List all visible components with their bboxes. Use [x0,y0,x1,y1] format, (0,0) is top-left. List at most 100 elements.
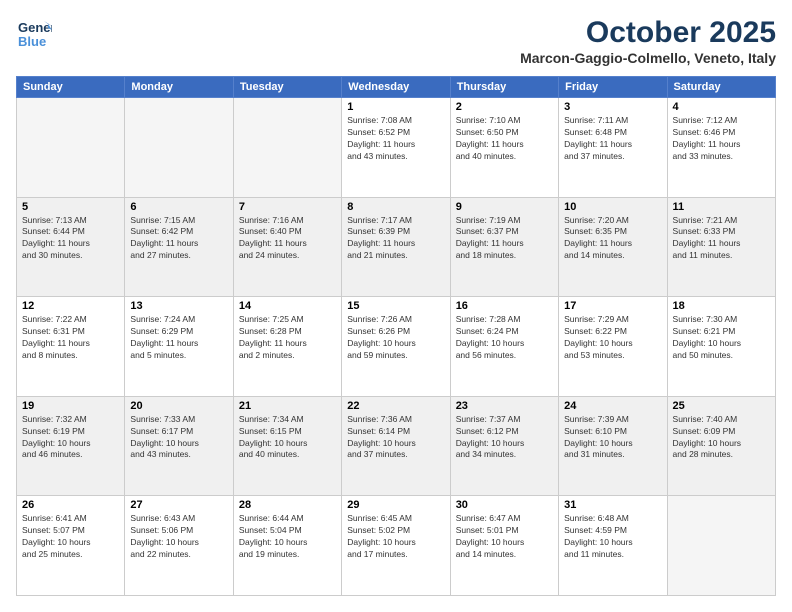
header-wednesday: Wednesday [342,77,450,98]
day-info: Sunrise: 6:45 AMSunset: 5:02 PMDaylight:… [347,513,444,561]
calendar-cell: 25 Sunrise: 7:40 AMSunset: 6:09 PMDayligh… [667,396,775,496]
day-number: 30 [456,499,553,511]
day-number: 10 [564,201,661,213]
calendar-cell: 23 Sunrise: 7:37 AMSunset: 6:12 PMDayligh… [450,396,558,496]
calendar-cell: 16 Sunrise: 7:28 AMSunset: 6:24 PMDayligh… [450,297,558,397]
calendar-cell [125,98,233,198]
day-info: Sunrise: 7:30 AMSunset: 6:21 PMDaylight:… [673,314,770,362]
calendar-cell: 17 Sunrise: 7:29 AMSunset: 6:22 PMDayligh… [559,297,667,397]
calendar-cell: 18Sunrise: 7:30 AMSunset: 6:21 PMDayligh… [667,297,775,397]
calendar-cell: 2 Sunrise: 7:10 AMSunset: 6:50 PMDaylight… [450,98,558,198]
day-number: 1 [347,101,444,113]
title-block: October 2025 Marcon-Gaggio-Colmello, Ven… [520,16,776,66]
logo: General Blue [16,16,52,57]
day-number: 20 [130,400,227,412]
svg-text:General: General [18,20,52,35]
day-number: 2 [456,101,553,113]
day-number: 4 [673,101,770,113]
day-info: Sunrise: 7:22 AMSunset: 6:31 PMDaylight:… [22,314,119,362]
day-info: Sunrise: 7:16 AMSunset: 6:40 PMDaylight:… [239,215,336,263]
day-number: 25 [673,400,770,412]
day-info: Sunrise: 7:33 AMSunset: 6:17 PMDaylight:… [130,414,227,462]
day-info: Sunrise: 6:47 AMSunset: 5:01 PMDaylight:… [456,513,553,561]
day-number: 24 [564,400,661,412]
calendar-cell: 21 Sunrise: 7:34 AMSunset: 6:15 PMDayligh… [233,396,341,496]
day-info: Sunrise: 7:15 AMSunset: 6:42 PMDaylight:… [130,215,227,263]
day-number: 5 [22,201,119,213]
day-info: Sunrise: 7:11 AMSunset: 6:48 PMDaylight:… [564,115,661,163]
day-info: Sunrise: 7:32 AMSunset: 6:19 PMDaylight:… [22,414,119,462]
calendar-week-row: 12 Sunrise: 7:22 AMSunset: 6:31 PMDayligh… [17,297,776,397]
day-info: Sunrise: 7:28 AMSunset: 6:24 PMDaylight:… [456,314,553,362]
calendar-week-row: 5 Sunrise: 7:13 AMSunset: 6:44 PMDaylight… [17,197,776,297]
day-number: 9 [456,201,553,213]
calendar-week-row: 26 Sunrise: 6:41 AMSunset: 5:07 PMDayligh… [17,496,776,596]
header-saturday: Saturday [667,77,775,98]
day-info: Sunrise: 7:12 AMSunset: 6:46 PMDaylight:… [673,115,770,163]
day-number: 12 [22,300,119,312]
calendar-cell: 5 Sunrise: 7:13 AMSunset: 6:44 PMDaylight… [17,197,125,297]
svg-text:Blue: Blue [18,34,46,49]
calendar-cell: 13Sunrise: 7:24 AMSunset: 6:29 PMDayligh… [125,297,233,397]
day-info: Sunrise: 6:44 AMSunset: 5:04 PMDaylight:… [239,513,336,561]
month-title: October 2025 [520,16,776,50]
calendar-cell [17,98,125,198]
calendar-cell: 24 Sunrise: 7:39 AMSunset: 6:10 PMDayligh… [559,396,667,496]
calendar-cell: 22 Sunrise: 7:36 AMSunset: 6:14 PMDayligh… [342,396,450,496]
calendar-cell: 14 Sunrise: 7:25 AMSunset: 6:28 PMDayligh… [233,297,341,397]
day-info: Sunrise: 7:21 AMSunset: 6:33 PMDaylight:… [673,215,770,263]
day-info: Sunrise: 7:36 AMSunset: 6:14 PMDaylight:… [347,414,444,462]
day-info: Sunrise: 7:10 AMSunset: 6:50 PMDaylight:… [456,115,553,163]
day-info: Sunrise: 7:26 AMSunset: 6:26 PMDaylight:… [347,314,444,362]
calendar-cell: 4 Sunrise: 7:12 AMSunset: 6:46 PMDaylight… [667,98,775,198]
day-number: 15 [347,300,444,312]
day-number: 23 [456,400,553,412]
header-tuesday: Tuesday [233,77,341,98]
header-thursday: Thursday [450,77,558,98]
day-info: Sunrise: 7:19 AMSunset: 6:37 PMDaylight:… [456,215,553,263]
calendar-cell: 10 Sunrise: 7:20 AMSunset: 6:35 PMDayligh… [559,197,667,297]
day-info: Sunrise: 7:40 AMSunset: 6:09 PMDaylight:… [673,414,770,462]
header-friday: Friday [559,77,667,98]
calendar-cell: 1Sunrise: 7:08 AMSunset: 6:52 PMDaylight… [342,98,450,198]
day-number: 13 [130,300,227,312]
day-number: 29 [347,499,444,511]
location-title: Marcon-Gaggio-Colmello, Veneto, Italy [520,50,776,66]
day-number: 22 [347,400,444,412]
day-number: 17 [564,300,661,312]
day-info: Sunrise: 7:37 AMSunset: 6:12 PMDaylight:… [456,414,553,462]
header-sunday: Sunday [17,77,125,98]
day-info: Sunrise: 7:29 AMSunset: 6:22 PMDaylight:… [564,314,661,362]
calendar-cell: 7Sunrise: 7:16 AMSunset: 6:40 PMDaylight… [233,197,341,297]
calendar-cell: 31Sunrise: 6:48 AMSunset: 4:59 PMDayligh… [559,496,667,596]
day-number: 31 [564,499,661,511]
calendar-cell [233,98,341,198]
calendar-cell: 9 Sunrise: 7:19 AMSunset: 6:37 PMDaylight… [450,197,558,297]
day-number: 26 [22,499,119,511]
day-info: Sunrise: 7:20 AMSunset: 6:35 PMDaylight:… [564,215,661,263]
calendar-cell [667,496,775,596]
day-info: Sunrise: 6:41 AMSunset: 5:07 PMDaylight:… [22,513,119,561]
calendar-cell: 27Sunrise: 6:43 AMSunset: 5:06 PMDayligh… [125,496,233,596]
page-header: General Blue October 2025 Marcon-Gaggio-… [16,16,776,66]
calendar-cell: 19 Sunrise: 7:32 AMSunset: 6:19 PMDayligh… [17,396,125,496]
calendar-cell: 20 Sunrise: 7:33 AMSunset: 6:17 PMDayligh… [125,396,233,496]
day-info: Sunrise: 7:25 AMSunset: 6:28 PMDaylight:… [239,314,336,362]
logo-icon: General Blue [16,16,52,52]
day-info: Sunrise: 7:34 AMSunset: 6:15 PMDaylight:… [239,414,336,462]
day-number: 3 [564,101,661,113]
day-info: Sunrise: 7:13 AMSunset: 6:44 PMDaylight:… [22,215,119,263]
day-number: 16 [456,300,553,312]
calendar-week-row: 1Sunrise: 7:08 AMSunset: 6:52 PMDaylight… [17,98,776,198]
day-info: Sunrise: 6:43 AMSunset: 5:06 PMDaylight:… [130,513,227,561]
day-number: 19 [22,400,119,412]
calendar-week-row: 19 Sunrise: 7:32 AMSunset: 6:19 PMDayligh… [17,396,776,496]
header-monday: Monday [125,77,233,98]
day-number: 21 [239,400,336,412]
calendar-cell: 12 Sunrise: 7:22 AMSunset: 6:31 PMDayligh… [17,297,125,397]
day-number: 14 [239,300,336,312]
calendar-cell: 30 Sunrise: 6:47 AMSunset: 5:01 PMDayligh… [450,496,558,596]
calendar-cell: 28Sunrise: 6:44 AMSunset: 5:04 PMDayligh… [233,496,341,596]
day-info: Sunrise: 7:39 AMSunset: 6:10 PMDaylight:… [564,414,661,462]
calendar-cell: 29 Sunrise: 6:45 AMSunset: 5:02 PMDayligh… [342,496,450,596]
